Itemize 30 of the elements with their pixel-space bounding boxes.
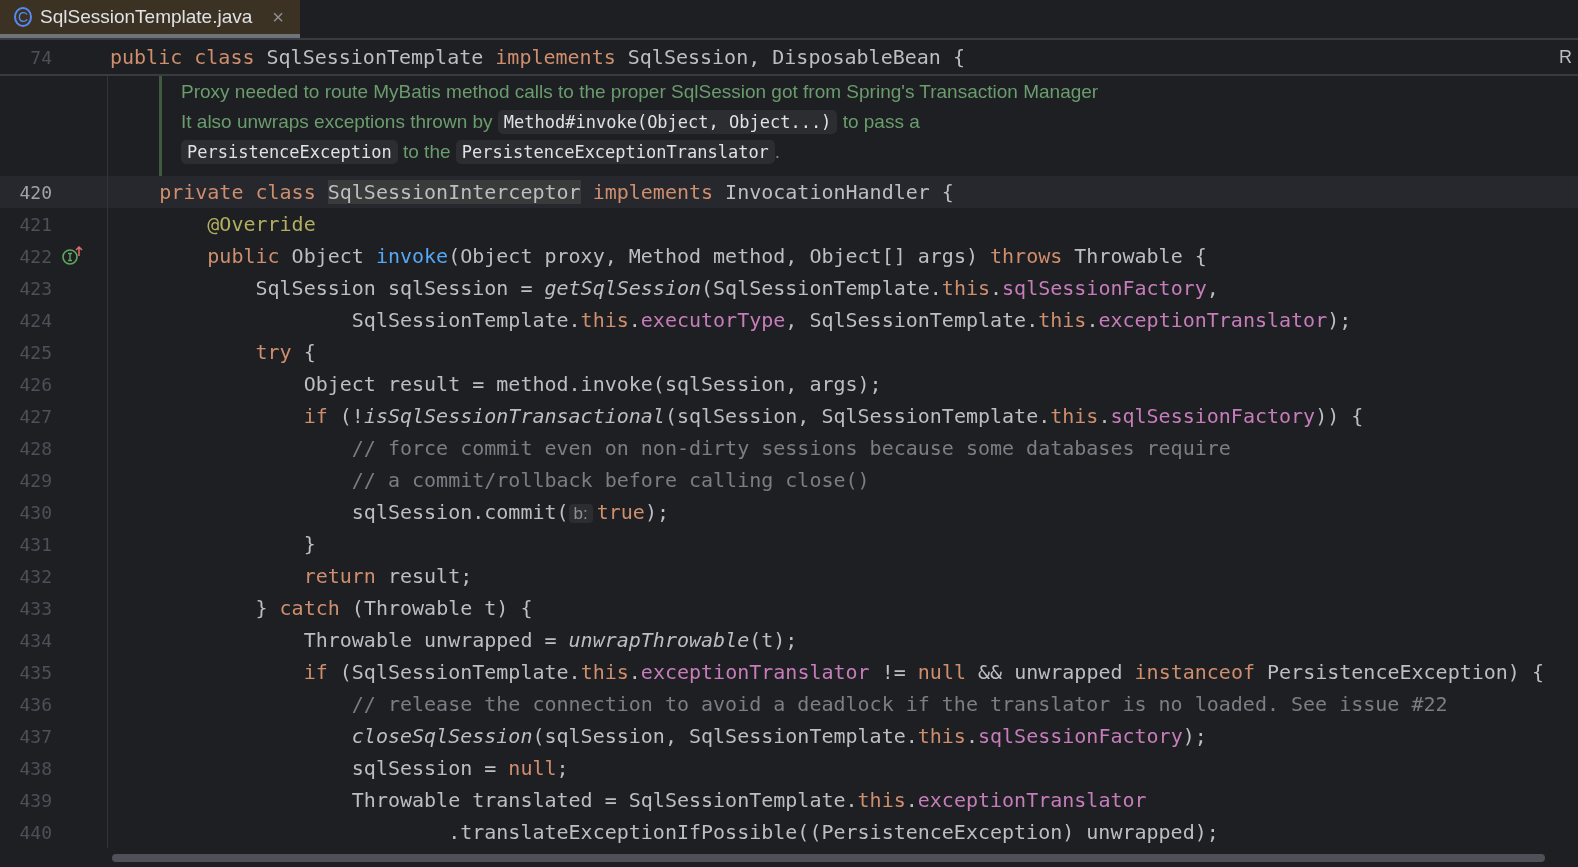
code-line: Throwable unwrapped = unwrapThrowable(t); — [302, 628, 798, 652]
close-icon[interactable]: × — [272, 5, 284, 29]
code-line: if (!isSqlSessionTransactional(sqlSession, SqlSessionTemplate.this.sqlSessionFactory)) { — [302, 404, 1364, 428]
code-line: } — [302, 532, 316, 556]
code-line: return result; — [302, 564, 473, 588]
code-line: Object result = method.invoke(sqlSession, args); — [302, 372, 882, 396]
code-line: sqlSession.commit( b: true); — [350, 500, 669, 524]
horizontal-scrollbar[interactable] — [112, 854, 1545, 862]
code-line: // a commit/rollback before calling close() — [350, 468, 870, 492]
code-line: .translateExceptionIfPossible((PersistenceException) unwrapped); — [447, 820, 1219, 844]
code-line: public class SqlSessionTemplate implements SqlSession, DisposableBean { — [109, 45, 965, 69]
code-line: } catch (Throwable t) { — [254, 596, 533, 620]
code-line: // release the connection to avoid a deadlock if the translator is no loaded. See issue #22 — [350, 692, 1448, 716]
code-line: // force commit even on non-dirty sessions because some databases require — [350, 436, 1231, 460]
code-line: SqlSession sqlSession = getSqlSession(SqlSessionTemplate.this.sqlSessionFactory, — [254, 276, 1219, 300]
code-line: closeSqlSession(sqlSession, SqlSessionTemplate.this.sqlSessionFactory); — [350, 724, 1207, 748]
line-number: 420 — [18, 181, 52, 203]
code-line: private class SqlSessionInterceptor implements InvocationHandler { — [158, 180, 954, 204]
file-tab[interactable]: C SqlSessionTemplate.java × — [0, 0, 300, 38]
code-line: if (SqlSessionTemplate.this.exceptionTranslator != null && unwrapped instanceof PersistenceException) { — [302, 660, 1544, 684]
code-line: SqlSessionTemplate.this.executorType, SqlSessionTemplate.this.exceptionTranslator); — [350, 308, 1352, 332]
reader-mode-label[interactable]: R — [1559, 46, 1572, 68]
class-icon: C — [14, 7, 32, 27]
code-line: sqlSession = null; — [350, 756, 569, 780]
implements-icon[interactable] — [61, 246, 83, 266]
code-line: @Override — [206, 212, 316, 236]
code-line: Throwable translated = SqlSessionTemplate.this.exceptionTranslator — [350, 788, 1147, 812]
code-line: try { — [254, 340, 316, 364]
code-line: public Object invoke(Object proxy, Method method, Object[] args) throws Throwable { — [206, 244, 1207, 268]
tab-title: SqlSessionTemplate.java — [40, 6, 253, 28]
